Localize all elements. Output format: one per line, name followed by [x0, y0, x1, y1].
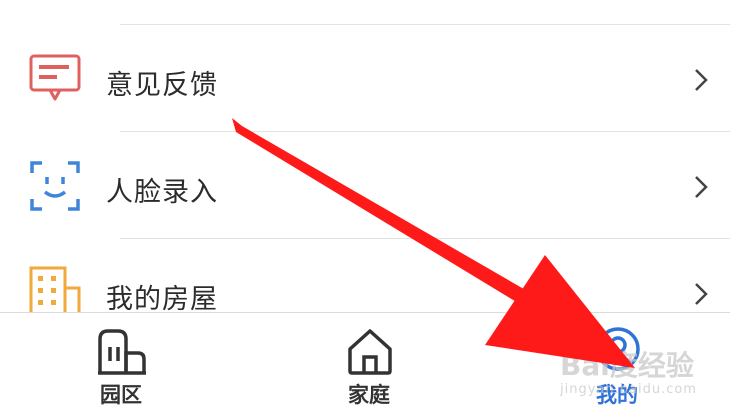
tab-label: 园区: [100, 383, 142, 407]
tab-mine[interactable]: 我的: [552, 313, 682, 411]
chevron-right-icon: [695, 283, 708, 305]
divider: [120, 24, 730, 25]
menu-list: 意见反馈 人脸录入 我的房屋: [0, 0, 730, 312]
bottom-tab-bar: 园区 家庭 我的: [0, 312, 730, 411]
menu-item-label: 人脸录入: [106, 177, 218, 208]
chevron-right-icon: [695, 176, 708, 198]
tab-label: 我的: [596, 383, 638, 407]
tab-home[interactable]: 家庭: [304, 313, 434, 411]
tab-park[interactable]: 园区: [56, 313, 186, 411]
menu-item-label: 我的房屋: [106, 284, 218, 312]
park-building-icon: [98, 329, 146, 375]
menu-item-my-house[interactable]: 我的房屋: [0, 242, 730, 312]
profile-icon: [596, 327, 640, 371]
home-icon: [348, 329, 392, 375]
feedback-icon: [29, 54, 81, 101]
building-icon: [29, 266, 81, 312]
divider: [120, 238, 730, 239]
menu-item-label: 意见反馈: [106, 70, 218, 101]
menu-item-feedback[interactable]: 意见反馈: [0, 28, 730, 128]
divider: [120, 131, 730, 132]
chevron-right-icon: [695, 69, 708, 91]
tab-label: 家庭: [348, 383, 390, 407]
menu-item-face-entry[interactable]: 人脸录入: [0, 135, 730, 235]
face-scan-icon: [30, 161, 80, 211]
